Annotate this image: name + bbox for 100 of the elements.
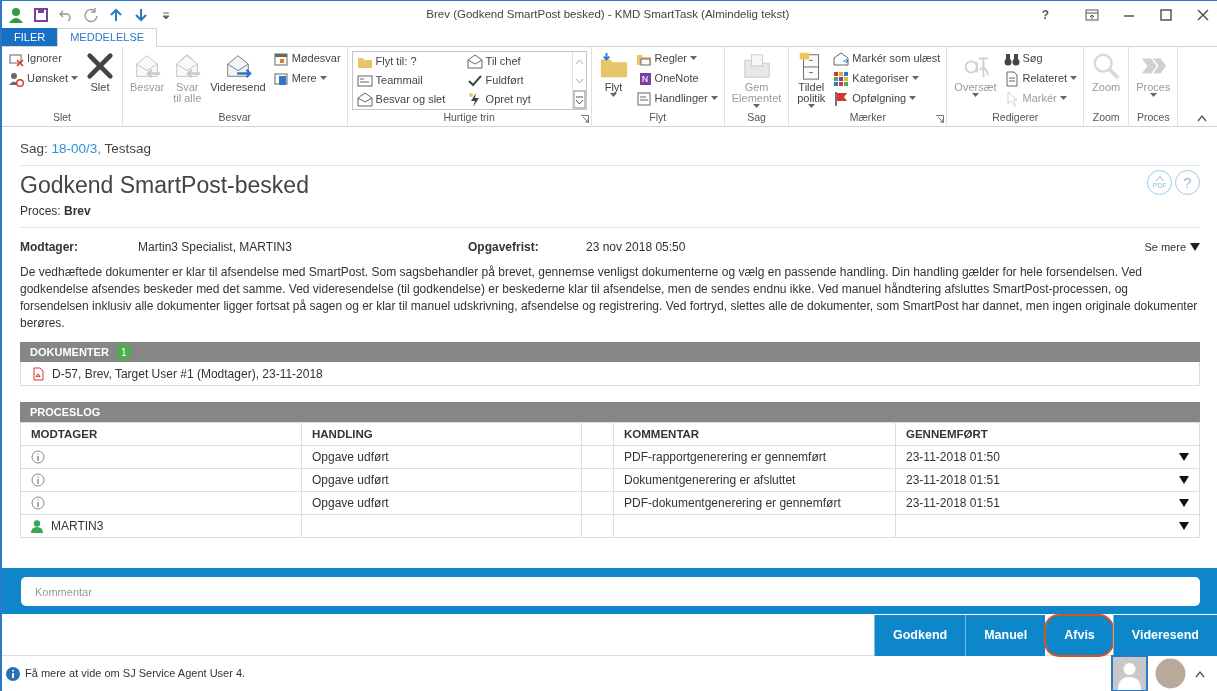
group-label: Hurtige trin <box>443 110 495 125</box>
document-icon <box>635 90 652 107</box>
ribbon-button[interactable]: Relateret <box>1001 69 1080 88</box>
color-grid-icon <box>833 70 850 87</box>
caret-icon <box>1070 76 1078 81</box>
ribbon-button[interactable]: Tildel politik <box>793 49 830 111</box>
ribbon-button[interactable]: Mødesvar <box>270 49 343 68</box>
triangle-down-icon[interactable] <box>1190 243 1200 252</box>
count-badge: 1 <box>115 344 132 361</box>
action-button[interactable]: Videresend <box>1112 615 1217 656</box>
save-icon[interactable] <box>33 6 49 23</box>
ribbon-button[interactable]: Kategoriser <box>831 69 943 88</box>
caret-icon <box>909 96 917 101</box>
table-cell: Dokumentgenerering er afsluttet <box>624 473 796 488</box>
arrow-up-icon[interactable] <box>108 6 124 23</box>
ribbon-button[interactable]: Mere <box>270 69 343 88</box>
field-value: 23 nov 2018 05:50 <box>586 239 687 257</box>
collapse-icon[interactable] <box>1197 114 1207 122</box>
caret-icon <box>690 56 697 61</box>
envelope-icon <box>356 91 373 108</box>
info-icon <box>31 496 45 511</box>
section-title: PROCESLOG <box>30 405 101 420</box>
info-icon <box>31 450 45 465</box>
field-label: Opgavefrist: <box>468 239 540 257</box>
info-icon <box>6 666 20 681</box>
table-cell-text: 23-11-2018 01:50 <box>906 449 1000 467</box>
quick-step[interactable]: Flyt til: ? <box>354 52 465 71</box>
table-cell: PDF-rapportgenerering er gennemført <box>624 450 827 465</box>
caret-icon <box>971 93 979 98</box>
ribbon-button[interactable]: Flyt <box>595 49 632 100</box>
quick-step[interactable]: Besvar og slet <box>354 90 465 109</box>
info-icon <box>31 473 45 488</box>
expand-icon[interactable] <box>1179 522 1189 531</box>
gallery-expand-icon[interactable] <box>572 90 586 109</box>
case-title: Sag: 18-00/3, Testsag <box>20 139 1200 167</box>
ribbon-button[interactable]: Uønsket <box>6 69 80 88</box>
group-label: Besvar <box>218 110 252 125</box>
person-icon[interactable] <box>8 6 24 23</box>
group-label: Flyt <box>649 110 667 125</box>
ribbon-button[interactable]: Opfølgning <box>831 89 943 108</box>
caret-icon <box>319 76 327 81</box>
ribbon-button[interactable]: Søg <box>1001 49 1080 68</box>
table-cell: Opgave udført <box>312 496 389 511</box>
table-cell: Opgave udført <box>312 450 389 465</box>
dialog-launcher-icon[interactable] <box>936 115 945 123</box>
chevron-up-icon[interactable] <box>1195 669 1205 678</box>
search-icon <box>1091 51 1122 81</box>
quick-step[interactable]: Til chef <box>464 52 570 71</box>
ribbon-button[interactable]: Slet <box>81 49 118 95</box>
table-cell-text: MARTIN3 <box>51 518 104 536</box>
group-label: Sag <box>747 110 766 125</box>
expand-icon[interactable] <box>1179 476 1189 485</box>
caret-icon <box>70 76 78 81</box>
comment-field[interactable]: Kommentar <box>21 577 1200 606</box>
table-cell: PDF-dokumentgenerering er gennemført <box>624 496 841 511</box>
action-button[interactable]: Manuel <box>965 615 1046 656</box>
column-header: KOMMENTAR <box>613 422 896 446</box>
column-header: GENNEMFØRT <box>895 422 1200 446</box>
page-heading: Godkend SmartPost-besked <box>20 171 309 201</box>
ribbon-button[interactable]: Ignorer <box>6 49 80 68</box>
ribbon-button[interactable]: Regler <box>633 49 720 68</box>
quick-step[interactable]: Fuldført <box>464 71 570 90</box>
ribbon-tab[interactable]: MEDDELELSE <box>57 28 158 47</box>
document-link[interactable]: D-57, Brev, Target User #1 (Modtager), 23-11-2018 <box>52 364 323 383</box>
envelope-icon <box>833 50 850 67</box>
field-label: Modtager: <box>20 239 79 257</box>
see-more-link[interactable]: Se mere <box>1144 239 1186 256</box>
action-button[interactable]: Godkend <box>874 615 966 656</box>
person-icon <box>31 519 43 533</box>
caret-icon <box>610 93 618 98</box>
caret-icon <box>1149 93 1157 98</box>
caret-icon <box>807 104 815 109</box>
arrow-down-icon[interactable] <box>133 6 149 23</box>
table-cell-text: 23-11-2018 01:51 <box>906 495 1000 513</box>
redo-icon[interactable] <box>83 6 99 23</box>
maximize-icon[interactable] <box>1158 6 1174 23</box>
file-tab[interactable]: FILER <box>2 28 58 46</box>
pdf-symbol-icon <box>1154 176 1165 183</box>
ribbon-button[interactable]: Handlinger <box>633 89 720 108</box>
status-text: Få mere at vide om SJ Service Agent User 4. <box>25 666 246 682</box>
caret-icon <box>1059 96 1067 101</box>
column-header: HANDLING <box>301 422 582 446</box>
dialog-launcher-icon[interactable] <box>580 115 589 123</box>
window-title: Brev (Godkend SmartPost besked) - KMD SmartTask (Almindelig tekst) <box>425 6 791 22</box>
case-link[interactable]: 18-00/3, <box>51 141 102 156</box>
ribbon-display-icon[interactable] <box>1084 6 1100 23</box>
ribbon-button[interactable]: Videresend <box>207 49 269 95</box>
action-button[interactable]: Afvis <box>1045 615 1113 656</box>
expand-icon[interactable] <box>1179 453 1189 462</box>
caret-icon <box>753 104 761 109</box>
quick-step[interactable]: Teammail <box>354 71 465 90</box>
close-icon[interactable] <box>1195 6 1211 23</box>
ribbon-button[interactable]: Markér som ulæst <box>831 49 943 68</box>
help-button[interactable]: ? <box>1041 5 1049 24</box>
caret-icon <box>911 76 919 81</box>
calendar-icon <box>272 50 289 67</box>
group-label: Mærker <box>849 110 886 125</box>
quick-step[interactable]: Opret nyt <box>464 90 570 109</box>
expand-icon[interactable] <box>1179 499 1189 508</box>
ribbon-button[interactable]: OneNote <box>633 69 720 88</box>
